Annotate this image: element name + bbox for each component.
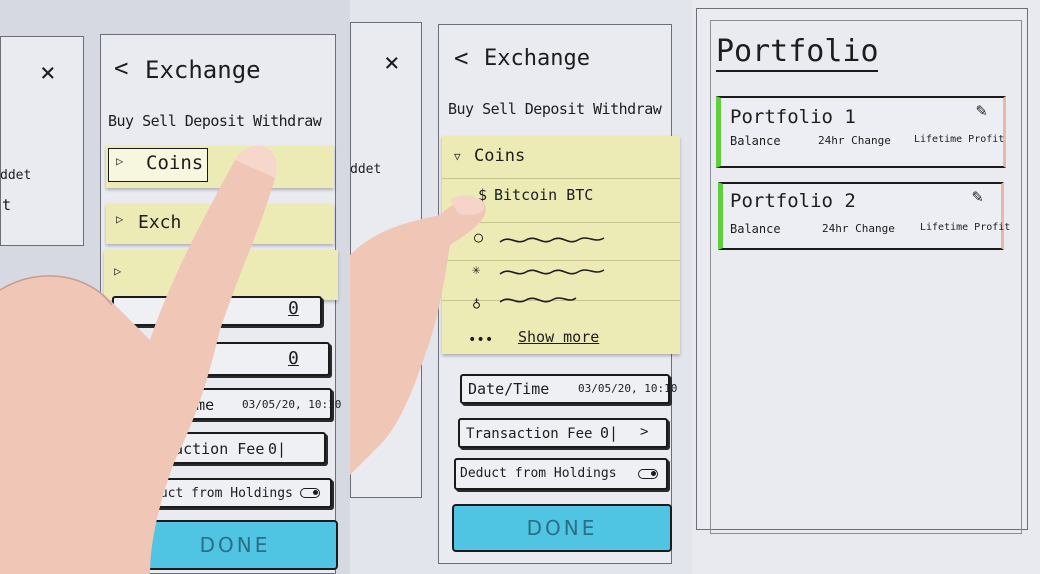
panel2-back-icon[interactable]: < [454,44,468,72]
portfolio-card-1-name: Portfolio 1 [730,106,856,128]
panel2-fee-chevron-icon[interactable]: > [640,424,648,440]
panel2-done-label: DONE [526,516,598,540]
portfolio-card-2-profit: Lifetime Profit [920,222,1011,233]
panel2-done-button[interactable]: DONE [452,504,672,552]
portfolio-card-2-name: Portfolio 2 [730,190,856,212]
panel2-title: Exchange [484,46,590,71]
panel2-coin-placeholder-3[interactable] [498,292,578,308]
panel2-show-more-link[interactable]: Show more [518,328,599,346]
portfolio-card-2-edit-icon[interactable]: ✎ [972,186,983,207]
hand-left-image [0,146,277,574]
panel2-coins-triangle-icon: ▽ [454,150,461,163]
portfolio-title: Portfolio [716,34,879,69]
portfolio-card-1-balance: Balance [730,134,781,148]
panel2-bitcoin-label[interactable]: Bitcoin BTC [494,186,593,204]
panel2-fee-value: 0| [600,424,619,442]
panel2-coin-placeholder-1[interactable] [498,232,608,248]
hand-middle-image [350,195,486,475]
portfolio-card-1-edit-icon[interactable]: ✎ [976,100,987,121]
panel2-close-icon[interactable]: × [384,48,400,78]
portfolio-title-underline [716,70,878,72]
panel2-coin-placeholder-2[interactable] [498,264,608,280]
portfolio-card-2-change: 24hr Change [822,222,895,235]
portfolio-card-1-profit: Lifetime Profit [914,134,1005,145]
panel2-fold-1 [442,178,680,179]
panel2-deduct-toggle[interactable] [638,469,658,479]
panel1-deduct-toggle[interactable] [300,488,320,498]
panel2-left-edge: ddet [350,162,382,177]
panel2-tabs[interactable]: Buy Sell Deposit Withdraw [448,100,662,118]
panel2-coins-label: Coins [474,146,526,166]
panel2-datetime-value: 03/05/20, 10:10 [578,382,678,395]
portfolio-card-1-change: 24hr Change [818,134,891,147]
portfolio-card-2-balance: Balance [730,222,781,236]
